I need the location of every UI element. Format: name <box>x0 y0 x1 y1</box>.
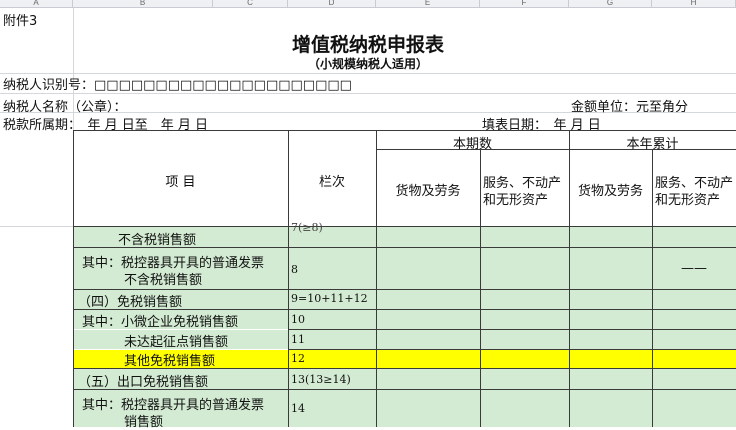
attachment-label: 附件3 <box>3 14 38 29</box>
row-column-number: 11 <box>291 333 305 346</box>
row-item-label: 销售额 <box>124 415 164 430</box>
row-column-number: 12 <box>291 352 305 365</box>
column-header-g[interactable]: G <box>569 0 652 8</box>
year-to-date-header: 本年累计 <box>626 137 679 152</box>
row-item-label: （四）免税销售额 <box>78 295 183 310</box>
form-subtitle: （小规模纳税人适用） <box>307 57 428 71</box>
row-column-number: 13(13≥14) <box>291 373 351 386</box>
gridline <box>0 226 73 227</box>
row-item-label: 其中：小微企业免税销售额 <box>82 315 239 330</box>
column-header-h[interactable]: H <box>652 0 736 8</box>
item-column-header: 项 目 <box>165 175 196 190</box>
column-header-c[interactable]: C <box>213 0 288 8</box>
table-border <box>652 149 653 427</box>
services-realty-header-line2: 和无形资产 <box>655 193 721 208</box>
table-border <box>480 149 481 427</box>
currency-unit-label: 金额单位：元至角分 <box>571 100 689 115</box>
table-border <box>376 130 377 427</box>
column-number-header: 栏次 <box>318 175 345 190</box>
row-item-label: 不含税销售额 <box>118 233 197 248</box>
column-header-d[interactable]: D <box>288 0 376 8</box>
row-item-label: （五）出口免税销售额 <box>78 375 209 390</box>
row-item-label: 不含税销售额 <box>124 273 203 288</box>
row-column-number: 8 <box>291 263 298 276</box>
table-border <box>73 130 736 131</box>
column-header-f[interactable]: F <box>480 0 569 8</box>
taxpayer-id-label: 纳税人识别号：□□□□□□□□□□□□□□□□□□□□□ <box>3 78 352 93</box>
form-title: 增值税纳税申报表 <box>291 34 444 56</box>
goods-services-header: 货物及劳务 <box>395 184 461 199</box>
row-column-number: 9=10+11+12 <box>291 292 368 305</box>
column-header-a[interactable]: A <box>0 0 73 8</box>
row-column-number: 14 <box>291 402 305 415</box>
row-column-number: 7(≥8) <box>291 221 323 234</box>
table-border <box>569 130 570 427</box>
table-border <box>73 226 736 227</box>
column-header-e[interactable]: E <box>376 0 480 8</box>
table-border <box>288 329 736 330</box>
row-item-label: 未达起征点销售额 <box>124 335 229 350</box>
column-header-b[interactable]: B <box>73 0 213 8</box>
row-cell-value: —— <box>681 261 707 276</box>
table-border <box>288 349 736 350</box>
goods-services-header: 货物及劳务 <box>577 184 643 199</box>
gridline <box>0 93 736 94</box>
current-period-header: 本期数 <box>452 137 492 152</box>
taxpayer-name-label: 纳税人名称（公章）： <box>3 100 127 115</box>
row-item-label: 其他免税销售额 <box>124 354 216 369</box>
row-item-label: 其中：税控器具开具的普通发票 <box>82 398 265 413</box>
row-column-number: 10 <box>291 313 305 326</box>
table-border <box>73 289 736 290</box>
services-realty-header-line2: 和无形资产 <box>483 193 549 208</box>
